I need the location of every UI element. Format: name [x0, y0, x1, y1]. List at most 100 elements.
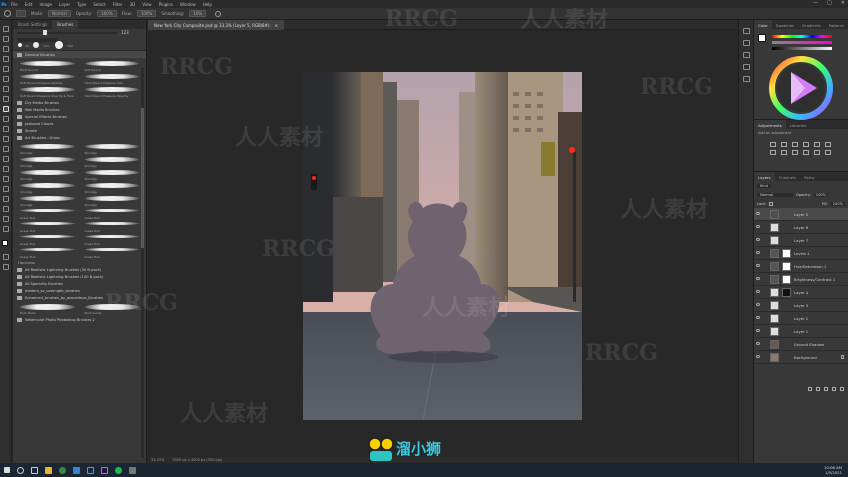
close-icon[interactable]: ✕ [841, 0, 845, 6]
brush-folder[interactable]: modern_sv_overnight_brushes [13, 287, 146, 294]
brush-preset[interactable]: Smudge [83, 155, 142, 168]
paragraph-icon[interactable] [743, 64, 750, 70]
type-tool-icon[interactable] [3, 186, 9, 192]
brush-preset[interactable]: Smudge [18, 168, 77, 181]
eye-icon[interactable] [756, 238, 760, 241]
levels-adjust-icon[interactable] [781, 142, 787, 147]
menu-window[interactable]: Window [180, 2, 196, 7]
brush-preset[interactable]: Smudge [18, 194, 77, 207]
photoshop-taskbar-icon[interactable] [87, 466, 94, 474]
quick-mask-icon[interactable] [3, 254, 9, 260]
scrollbar-thumb[interactable] [141, 108, 144, 248]
zoom-level[interactable]: 33.33% [151, 458, 164, 462]
color-balance-adjust-icon[interactable] [770, 150, 776, 155]
mail-icon[interactable] [73, 466, 80, 474]
layer-row[interactable]: Layer 7 [754, 234, 848, 247]
brush-preset[interactable]: Soft Round Pressure Opacity & Flow [18, 85, 77, 98]
brush-folder[interactable]: Enhanced_brushes_by_ozonedeux_Brushes [13, 294, 146, 301]
move-tool-icon[interactable] [3, 26, 9, 32]
menu-layer[interactable]: Layer [59, 2, 70, 7]
minimize-icon[interactable]: — [813, 0, 818, 6]
windows-start-icon[interactable] [4, 467, 10, 473]
eye-icon[interactable] [756, 355, 760, 358]
bw-adjust-icon[interactable] [781, 150, 787, 155]
screen-mode-icon[interactable] [3, 264, 9, 270]
menu-edit[interactable]: Edit [25, 2, 33, 7]
tab-channels[interactable]: Channels [775, 172, 801, 181]
layer-row[interactable]: Layer 5 [754, 208, 848, 221]
menu-help[interactable]: Help [203, 2, 212, 7]
layer-row[interactable]: Layer 2 [754, 312, 848, 325]
opacity-field[interactable]: 100% [97, 10, 117, 17]
eye-icon[interactable] [756, 277, 760, 280]
zoom-tool-icon[interactable] [3, 226, 9, 232]
kind-filter[interactable]: Kind [757, 183, 771, 188]
dodge-tool-icon[interactable] [3, 166, 9, 172]
brush-preset[interactable]: Smudge [83, 181, 142, 194]
brush-preset[interactable]: Hard Round Pressure Size [83, 72, 142, 85]
document-tab[interactable]: New York City Composite.psd @ 33.3% (Lay… [148, 20, 284, 30]
brush-folder[interactable]: Dry Media Brushes [13, 99, 146, 106]
eye-icon[interactable] [756, 212, 760, 215]
fill-field[interactable]: 100% [830, 201, 845, 206]
menu-3d[interactable]: 3D [130, 2, 136, 7]
tab-layers[interactable]: Layers [754, 172, 775, 181]
menu-view[interactable]: View [142, 2, 152, 7]
spotify-icon[interactable] [115, 466, 122, 474]
menu-type[interactable]: Type [77, 2, 86, 7]
brush-preset[interactable]: Grass Tool [18, 207, 77, 220]
brush-tool-icon[interactable] [3, 106, 9, 112]
hue-slider[interactable] [772, 35, 832, 38]
eye-icon[interactable] [756, 225, 760, 228]
brush-folder[interactable]: Special Effects Brushes [13, 113, 146, 120]
task-view-icon[interactable] [31, 466, 38, 474]
brush-folder[interactable]: Watercolor Photo Photoshop Brushes 2 [13, 316, 146, 323]
quick-select-tool-icon[interactable] [3, 56, 9, 62]
file-explorer-icon[interactable] [45, 466, 52, 474]
add-mask-icon[interactable] [824, 387, 828, 391]
city-street-photo[interactable] [303, 72, 582, 420]
brush-size-30-icon[interactable] [18, 43, 22, 47]
layer-row[interactable]: Brightness/Contrast 1 [754, 273, 848, 286]
system-tray[interactable]: 10:06 AM 1/5/2021 [824, 465, 842, 475]
brush-preset[interactable]: Smudge [83, 142, 142, 155]
layer-row[interactable]: Layer 1 [754, 325, 848, 338]
brightness-slider[interactable] [772, 47, 832, 50]
layer-row[interactable]: Layer 3 [754, 299, 848, 312]
brush-preset[interactable]: Grass Tool [83, 207, 142, 220]
menu-file[interactable]: File [11, 2, 18, 7]
brush-preset[interactable]: Rock Bush [18, 302, 77, 315]
blend-mode-select[interactable]: Normal [757, 192, 793, 197]
channel-mixer-adjust-icon[interactable] [803, 150, 809, 155]
brush-preset-picker[interactable] [16, 10, 26, 17]
layer-row[interactable]: Ground Shadow [754, 338, 848, 351]
tab-adjustments[interactable]: Adjustments [754, 120, 786, 129]
foreground-color-swatch[interactable] [2, 240, 8, 246]
tab-paths[interactable]: Paths [800, 172, 818, 181]
layer-row[interactable]: Levels 1 [754, 247, 848, 260]
smoothing-field[interactable]: 10% [189, 10, 207, 17]
trash-icon[interactable] [840, 387, 844, 391]
brightness-adjust-icon[interactable] [770, 142, 776, 147]
search-icon[interactable] [17, 466, 24, 474]
layer-row[interactable]: Background [754, 351, 848, 364]
new-layer-icon[interactable] [832, 387, 836, 391]
eyedropper-tool-icon[interactable] [3, 86, 9, 92]
healing-brush-tool-icon[interactable] [3, 96, 9, 102]
tab-brushes[interactable]: Brushes [52, 20, 79, 29]
brush-folder[interactable]: Wet Media Brushes [13, 106, 146, 113]
tab-brush-settings[interactable]: Brush Settings [13, 20, 52, 29]
lasso-tool-icon[interactable] [3, 46, 9, 52]
brush-preset[interactable]: Soft Round [83, 59, 142, 72]
marquee-tool-icon[interactable] [3, 36, 9, 42]
photo-filter-adjust-icon[interactable] [792, 150, 798, 155]
brush-preset[interactable]: Rock Guide [83, 302, 142, 315]
tab-patterns[interactable]: Patterns [825, 20, 848, 29]
brush-preset[interactable]: Smudge [18, 181, 77, 194]
brush-preset[interactable]: Grass Tool [83, 220, 142, 233]
size-slider-handle[interactable] [43, 30, 47, 35]
hue-adjust-icon[interactable] [825, 142, 831, 147]
hand-tool-icon[interactable] [3, 216, 9, 222]
pen-tool-icon[interactable] [3, 176, 9, 182]
brush-tool-icon[interactable] [4, 10, 11, 17]
